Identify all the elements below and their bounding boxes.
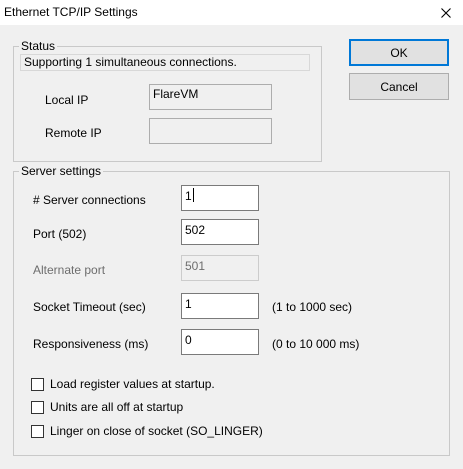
units-off-option[interactable]: Units are all off at startup [31, 400, 183, 414]
title-bar: Ethernet TCP/IP Settings [0, 0, 463, 26]
linger-checkbox[interactable] [31, 424, 44, 438]
cancel-button[interactable]: Cancel [349, 73, 449, 100]
socket-timeout-label: Socket Timeout (sec) [33, 300, 146, 314]
alternate-port-input: 501 [181, 255, 259, 281]
local-ip-field: FlareVM [149, 84, 272, 110]
remote-ip-label: Remote IP [45, 126, 102, 140]
responsiveness-hint: (0 to 10 000 ms) [272, 337, 360, 351]
local-ip-label: Local IP [45, 93, 89, 107]
socket-timeout-input[interactable]: 1 [181, 293, 259, 319]
server-connections-value: 1 [185, 189, 192, 203]
close-button[interactable] [428, 0, 463, 25]
close-icon [440, 7, 451, 18]
load-registers-label[interactable]: Load register values at startup. [50, 377, 215, 391]
responsiveness-label: Responsiveness (ms) [33, 337, 149, 351]
server-connections-input[interactable]: 1 [181, 185, 259, 211]
linger-label[interactable]: Linger on close of socket (SO_LINGER) [50, 424, 263, 438]
window-title: Ethernet TCP/IP Settings [4, 5, 138, 19]
status-message: Supporting 1 simultaneous connections. [20, 54, 310, 71]
server-settings-legend: Server settings [19, 164, 104, 178]
text-cursor [192, 188, 194, 202]
load-registers-option[interactable]: Load register values at startup. [31, 377, 215, 391]
load-registers-checkbox[interactable] [31, 377, 44, 391]
responsiveness-input[interactable]: 0 [181, 329, 259, 355]
units-off-checkbox[interactable] [31, 400, 44, 414]
alternate-port-label: Alternate port [33, 263, 106, 277]
port-label: Port (502) [33, 227, 87, 241]
socket-timeout-hint: (1 to 1000 sec) [272, 300, 353, 314]
remote-ip-field [149, 118, 272, 144]
server-connections-label: # Server connections [33, 193, 146, 207]
linger-option[interactable]: Linger on close of socket (SO_LINGER) [31, 424, 263, 438]
ok-button[interactable]: OK [349, 39, 449, 66]
status-group-legend: Status [19, 39, 58, 53]
units-off-label[interactable]: Units are all off at startup [50, 400, 183, 414]
port-input[interactable]: 502 [181, 219, 259, 245]
